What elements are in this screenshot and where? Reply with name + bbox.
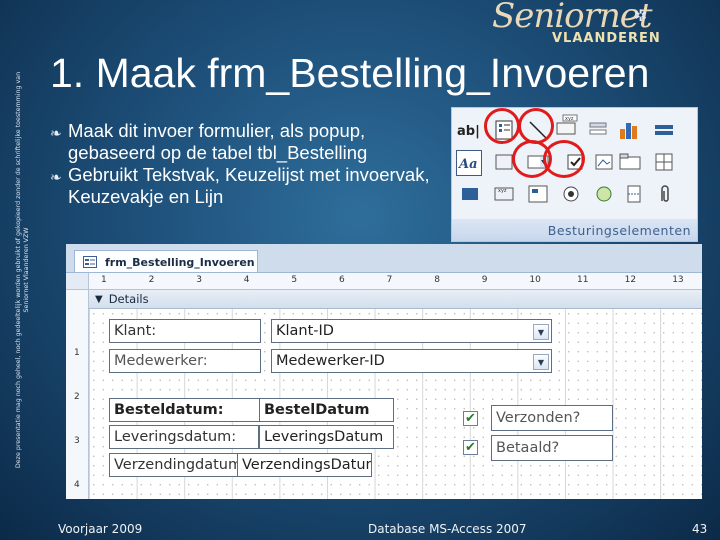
svg-text:xyz: xyz — [565, 116, 574, 122]
attachment-tool-icon[interactable] — [652, 182, 676, 206]
leveringsdatum-textbox[interactable]: LeveringsDatum — [259, 425, 394, 449]
image-tool-icon[interactable] — [592, 150, 616, 174]
copyright-text: Deze presentatie mag noch geheel, noch g… — [15, 71, 30, 469]
highlight-textbox-circle — [484, 108, 520, 144]
highlight-checkbox-circle — [543, 140, 585, 178]
radio-tool-icon[interactable] — [559, 182, 583, 206]
klant-combo[interactable]: Klant-ID ▼ — [271, 319, 552, 343]
bars-tool-icon[interactable] — [652, 118, 676, 142]
svg-text:xyz: xyz — [498, 188, 507, 194]
klant-label[interactable]: Klant: — [109, 319, 261, 343]
klant-combo-value: Klant-ID — [276, 323, 334, 339]
ruler-tick-label: 5 — [291, 275, 298, 285]
tab-tool-icon[interactable] — [618, 150, 642, 174]
button-tool-icon[interactable]: xyz — [555, 113, 579, 137]
section-arrow-icon: ▼ — [95, 293, 103, 305]
ruler-tick-label: 8 — [434, 275, 440, 285]
verzendingdatum-textbox[interactable]: VerzendingsDatum — [237, 453, 372, 477]
details-section-bar[interactable]: ▼ Details — [89, 290, 702, 309]
ruler-tick-label: 6 — [339, 275, 345, 285]
list-tool-icon[interactable] — [586, 118, 610, 142]
bullet-icon: ❧ — [50, 169, 62, 185]
option-group-icon[interactable]: xyz — [492, 182, 516, 206]
ruler-tick-label: 1 — [74, 348, 80, 358]
form-designer-window: frm_Bestelling_Invoeren 1 2 3 4 5 6 7 8 9 10 11 12 1… — [66, 244, 702, 499]
ruler-tick-label: 4 — [74, 480, 80, 490]
ruler-tick-label: 7 — [386, 275, 393, 285]
form-tab[interactable]: frm_Bestelling_Invoeren — [74, 250, 258, 273]
bullet-text: Maak dit invoer formulier, als popup, ge… — [68, 120, 368, 163]
bullet-item: ❧ Gebruikt Tekstvak, Keuzelijst met invo… — [50, 164, 440, 208]
chevron-down-icon[interactable]: ▼ — [533, 354, 549, 370]
textbox-aa-icon[interactable]: Aa — [456, 150, 482, 176]
page-break-icon[interactable] — [622, 182, 646, 206]
chart-tool-icon[interactable] — [618, 118, 642, 142]
medewerker-label[interactable]: Medewerker: — [109, 349, 261, 373]
form-icon — [83, 256, 97, 268]
vertical-ruler[interactable]: 1 2 3 4 — [66, 290, 89, 499]
ruler-tick-label: 13 — [672, 275, 684, 285]
grid-tool-icon[interactable] — [652, 150, 676, 174]
footer-course: Database MS-Access 2007 — [368, 522, 527, 536]
medewerker-combo-value: Medewerker-ID — [276, 353, 385, 369]
seniornet-logo: Seniornet ✲ VLAANDEREN — [492, 0, 720, 52]
details-canvas[interactable]: Klant: Klant-ID ▼ Medewerker: Medewerker… — [89, 309, 702, 499]
bullet-item: ❧ Maak dit invoer formulier, als popup, … — [50, 120, 440, 164]
betaald-checkbox[interactable]: ✔ — [463, 440, 478, 455]
ruler-tick-label: 1 — [101, 275, 107, 285]
subform-tool-icon[interactable] — [526, 182, 550, 206]
toolbox-caption: Besturingselementen — [452, 219, 697, 241]
ruler-tick-label: 4 — [243, 275, 250, 285]
footer-date: Voorjaar 2009 — [58, 522, 143, 536]
bullet-list: ❧ Maak dit invoer formulier, als popup, … — [50, 120, 440, 208]
besteldatum-textbox[interactable]: BestelDatum — [259, 398, 394, 422]
verzonden-checkbox[interactable]: ✔ — [463, 411, 478, 426]
ruler-tick-label: 3 — [196, 275, 202, 285]
star-icon: ✲ — [634, 6, 648, 25]
svg-text:ab|: ab| — [457, 124, 480, 139]
ruler-tick-label: 3 — [74, 436, 80, 446]
ruler-tick-label: 2 — [74, 392, 80, 402]
ruler-tick-label: 9 — [481, 275, 488, 285]
ruler-corner[interactable] — [66, 273, 89, 290]
ruler-tick-label: 2 — [148, 275, 155, 285]
design-surface: 1234567891011121314 1234 ▼ Details Klant… — [66, 272, 702, 499]
web-tool-icon[interactable] — [592, 182, 616, 206]
bullet-text: Gebruikt Tekstvak, Keuzelijst met invoer… — [68, 164, 430, 207]
form-tab-label: frm_Bestelling_Invoeren — [105, 255, 255, 269]
chevron-down-icon[interactable]: ▼ — [533, 324, 549, 340]
ruler-tick-label: 12 — [624, 275, 637, 285]
highlight-line-circle — [518, 108, 554, 144]
verzonden-label[interactable]: Verzonden? — [491, 405, 613, 431]
slide-number: 43 — [692, 522, 708, 536]
ruler-tick-label: 11 — [577, 275, 589, 285]
betaald-label[interactable]: Betaald? — [491, 435, 613, 461]
medewerker-combo[interactable]: Medewerker-ID ▼ — [271, 349, 552, 373]
label-tool-icon[interactable]: ab| — [456, 118, 480, 142]
copyright-note: Deze presentatie mag noch geheel, noch g… — [0, 0, 46, 540]
bullet-icon: ❧ — [50, 125, 62, 141]
horizontal-ruler[interactable]: 1234567891011121314 — [89, 273, 702, 290]
logo-subtitle: VLAANDEREN — [552, 31, 661, 46]
section-label: Details — [108, 292, 149, 306]
ruler-tick-label: 10 — [529, 275, 541, 285]
svg-text:Aa: Aa — [458, 157, 478, 172]
slide-title: 1. Maak frm_Bestelling_Invoeren — [50, 50, 650, 96]
bound-frame-icon[interactable] — [458, 182, 482, 206]
besteldatum-label[interactable]: Besteldatum: — [109, 398, 261, 422]
leveringsdatum-label[interactable]: Leveringsdatum: — [109, 425, 259, 449]
